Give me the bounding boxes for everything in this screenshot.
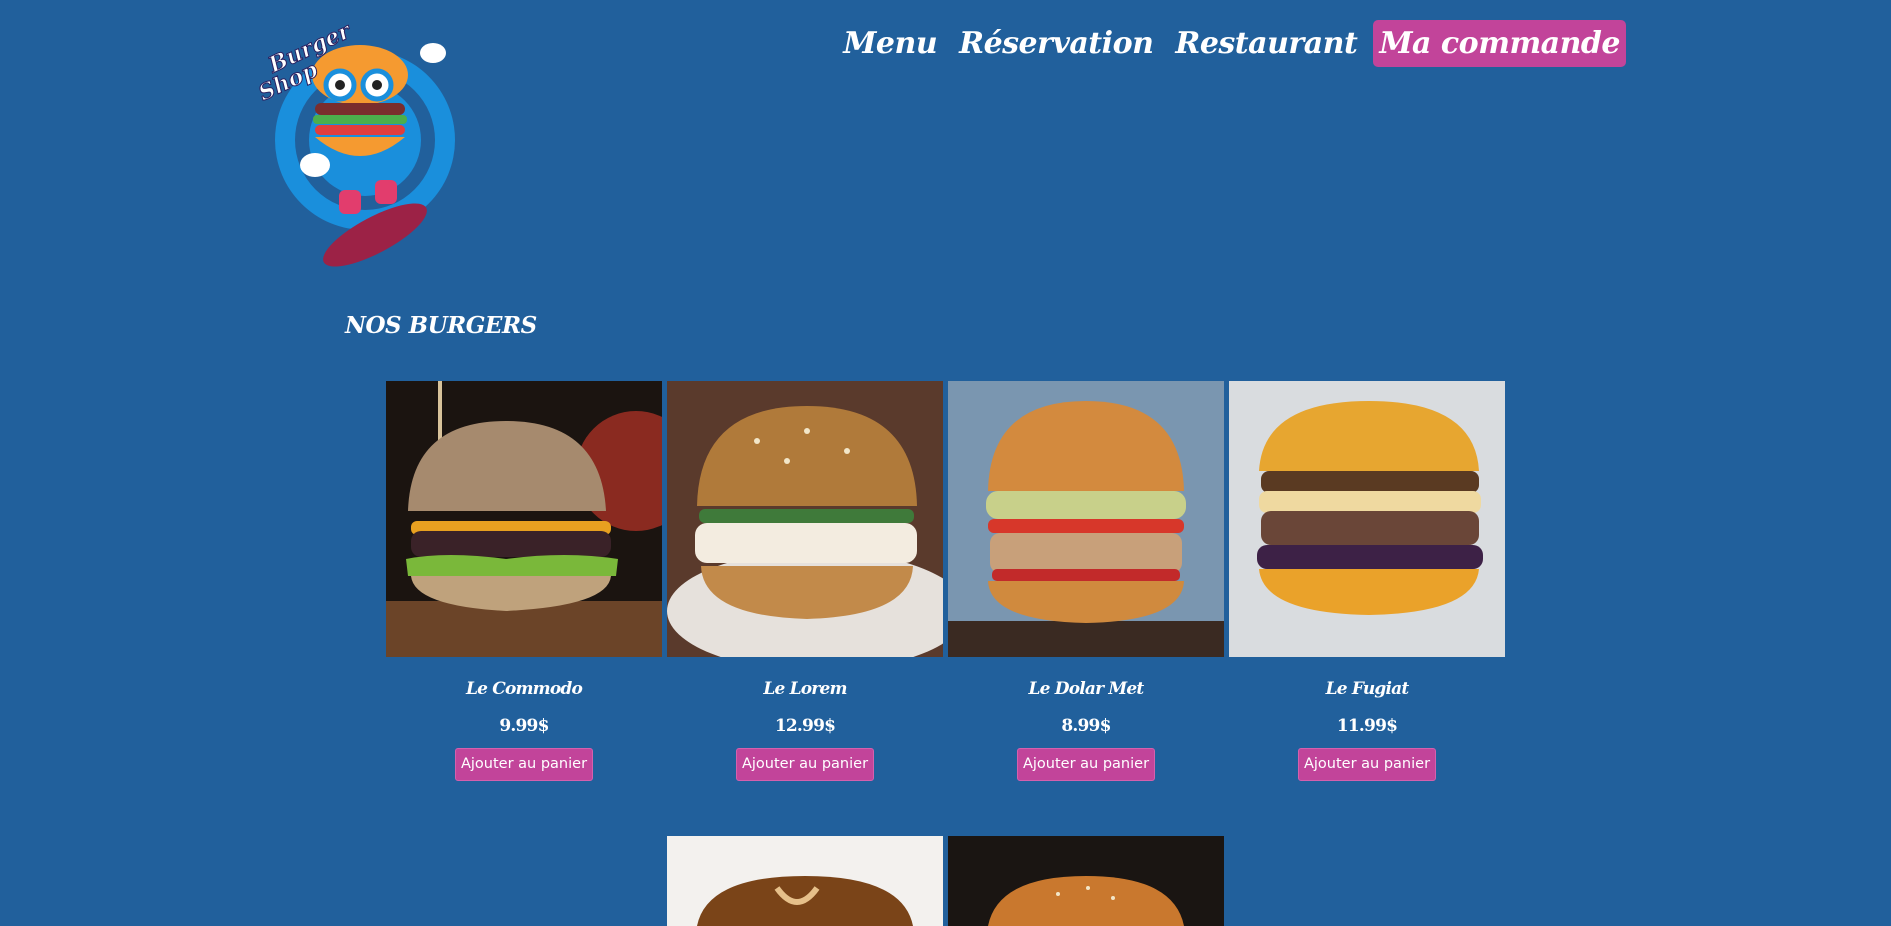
burger-shop-logo[interactable]: Burger Shop — [254, 15, 465, 267]
add-to-cart-button[interactable]: Ajouter au panier — [1016, 748, 1156, 781]
product-price: 9.99$ — [499, 716, 549, 736]
product-card: Le Dolar Met 8.99$ Ajouter au panier — [948, 381, 1224, 781]
product-image[interactable] — [667, 381, 943, 657]
nav-reservation[interactable]: Réservation — [953, 20, 1159, 67]
nav-menu[interactable]: Menu — [837, 20, 943, 67]
product-image[interactable] — [1229, 381, 1505, 657]
product-image[interactable] — [386, 381, 662, 657]
product-name: Le Fugiat — [1325, 679, 1410, 699]
product-price: 12.99$ — [774, 716, 836, 736]
product-price: 8.99$ — [1061, 716, 1111, 736]
nav-ma-commande[interactable]: Ma commande — [1373, 20, 1626, 67]
product-name: Le Commodo — [465, 679, 583, 699]
product-image[interactable] — [667, 836, 943, 926]
add-to-cart-button[interactable]: Ajouter au panier — [454, 748, 594, 781]
add-to-cart-button[interactable]: Ajouter au panier — [735, 748, 875, 781]
product-name: Le Dolar Met — [1028, 679, 1144, 699]
product-image[interactable] — [948, 836, 1224, 926]
product-price: 11.99$ — [1336, 716, 1398, 736]
nav-restaurant[interactable]: Restaurant — [1169, 20, 1363, 67]
product-image[interactable] — [948, 381, 1224, 657]
product-name: Le Lorem — [763, 679, 847, 699]
add-to-cart-button[interactable]: Ajouter au panier — [1297, 748, 1437, 781]
product-card: Le Fugiat 11.99$ Ajouter au panier — [1229, 381, 1505, 781]
product-card: Le Commodo 9.99$ Ajouter au panier — [386, 381, 662, 781]
main-nav: Menu Réservation Restaurant Ma commande — [837, 20, 1626, 67]
section-title: NOS BURGERS — [345, 312, 537, 339]
product-card: Le Lorem 12.99$ Ajouter au panier — [667, 381, 943, 781]
